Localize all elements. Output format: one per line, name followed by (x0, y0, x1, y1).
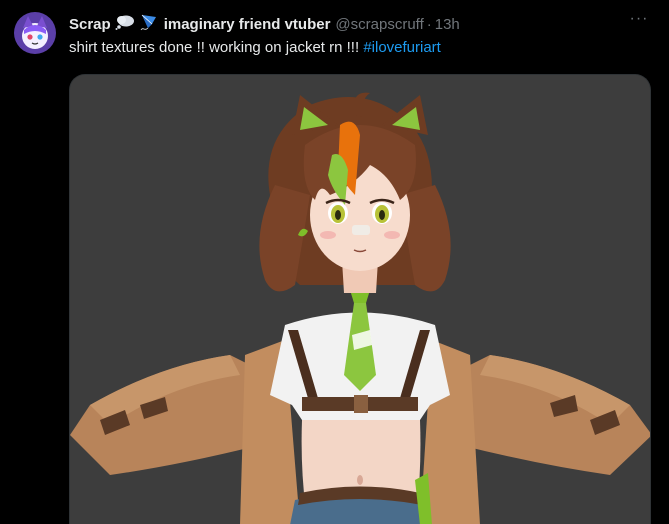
more-options-icon[interactable]: ··· (627, 11, 651, 32)
avatar-icon (14, 12, 56, 54)
avatar[interactable] (14, 12, 56, 54)
display-name-suffix[interactable]: imaginary friend vtuber (164, 16, 331, 33)
separator-dot: · (426, 15, 432, 33)
thought-bubble-icon (115, 14, 135, 34)
timestamp[interactable]: 13h (435, 16, 460, 33)
tweet-media-image[interactable] (69, 74, 651, 524)
user-handle[interactable]: @scrapscruff (335, 16, 423, 33)
hashtag-link[interactable]: #ilovefuriart (363, 39, 441, 56)
character-render-illustration (70, 75, 650, 524)
tweet-text: shirt textures done !! working on jacket… (69, 38, 441, 58)
kite-icon (139, 13, 159, 35)
tweet-text-body: shirt textures done !! working on jacket… (69, 39, 364, 56)
display-name[interactable]: Scrap (69, 16, 111, 33)
tweet-header: Scrap imaginary friend vtuber @scrapscru… (69, 13, 629, 35)
